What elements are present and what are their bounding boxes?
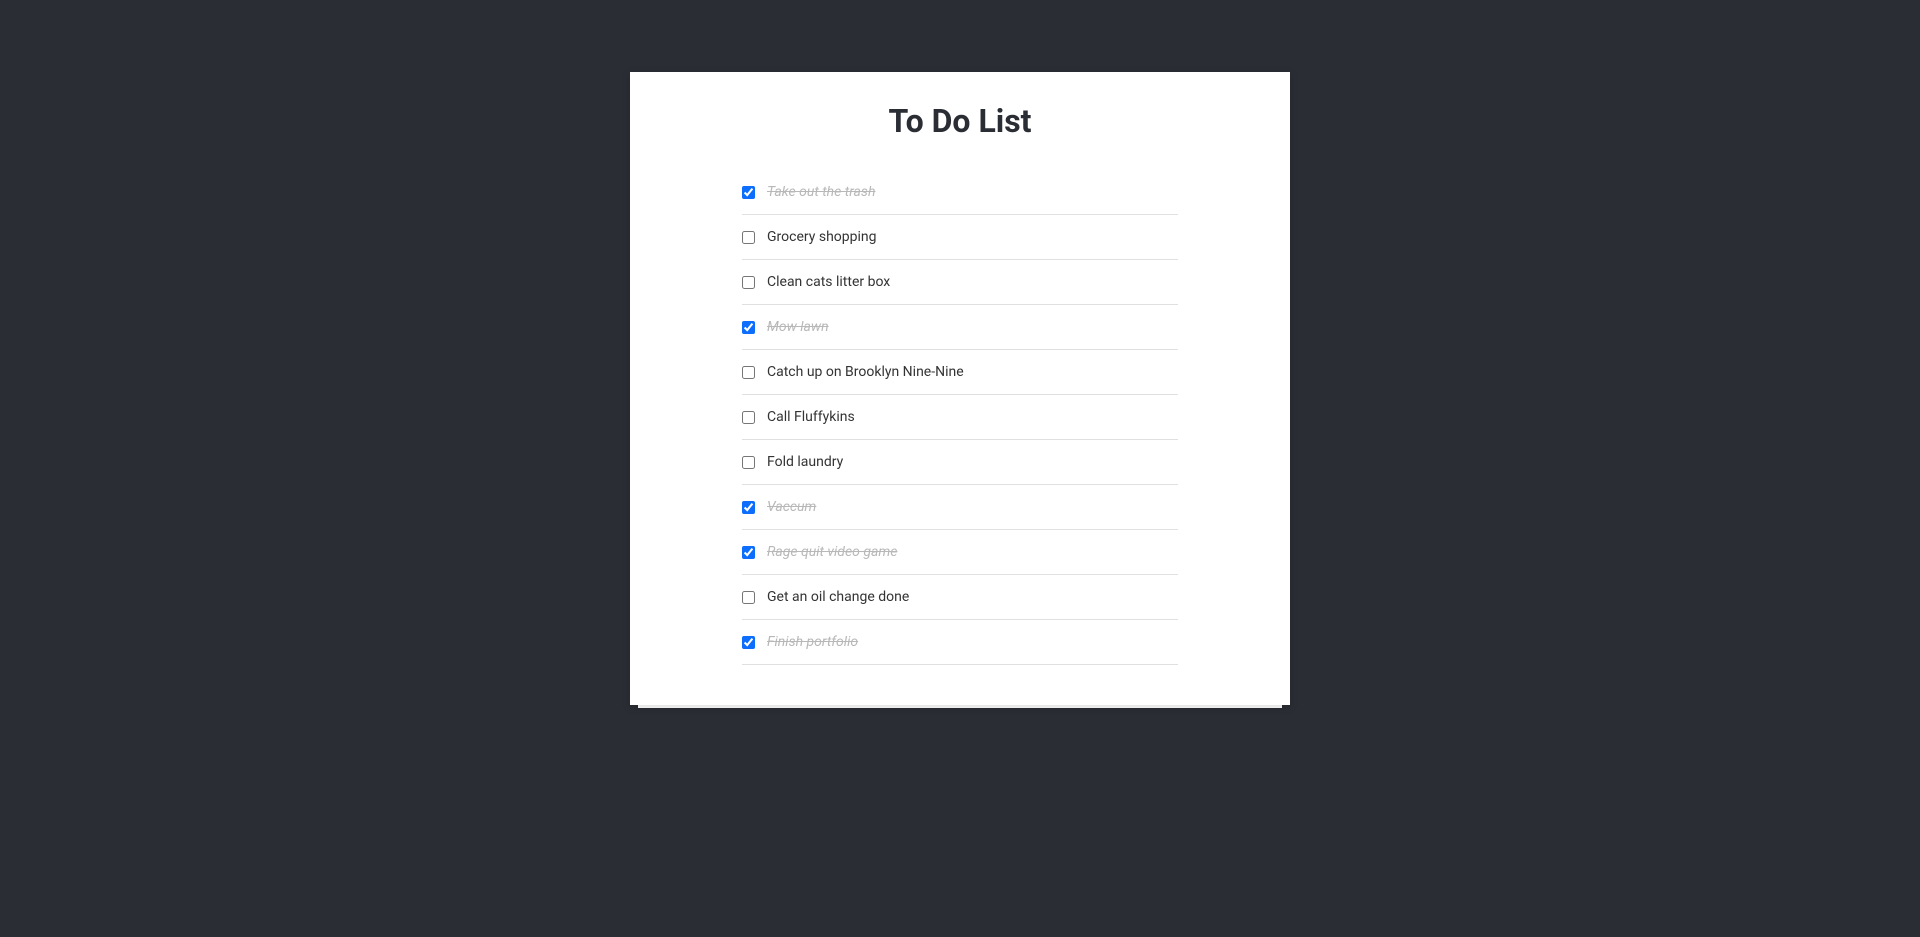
todo-label[interactable]: Rage quit video game — [767, 544, 897, 560]
todo-label[interactable]: Finish portfolio — [767, 634, 858, 650]
todo-label[interactable]: Catch up on Brooklyn Nine-Nine — [767, 364, 964, 380]
todo-item: Get an oil change done — [742, 575, 1178, 620]
todo-item: Fold laundry — [742, 440, 1178, 485]
todo-item: Take out the trash — [742, 170, 1178, 215]
todo-item: Rage quit video game — [742, 530, 1178, 575]
todo-label[interactable]: Take out the trash — [767, 184, 875, 200]
todo-checkbox[interactable] — [742, 636, 755, 649]
todo-item: Finish portfolio — [742, 620, 1178, 665]
todo-checkbox[interactable] — [742, 501, 755, 514]
todo-checkbox[interactable] — [742, 321, 755, 334]
todo-item: Mow lawn — [742, 305, 1178, 350]
todo-checkbox[interactable] — [742, 591, 755, 604]
todo-item: Call Fluffykins — [742, 395, 1178, 440]
todo-checkbox[interactable] — [742, 456, 755, 469]
todo-label[interactable]: Mow lawn — [767, 319, 829, 335]
todo-checkbox[interactable] — [742, 546, 755, 559]
todo-label[interactable]: Clean cats litter box — [767, 274, 890, 290]
todo-checkbox[interactable] — [742, 231, 755, 244]
todo-item: Clean cats litter box — [742, 260, 1178, 305]
todo-checkbox[interactable] — [742, 276, 755, 289]
todo-label[interactable]: Grocery shopping — [767, 229, 876, 245]
todo-label[interactable]: Vaccum — [767, 499, 816, 515]
card-stack: To Do List Take out the trash Grocery sho… — [630, 72, 1290, 705]
todo-checkbox[interactable] — [742, 366, 755, 379]
todo-label[interactable]: Fold laundry — [767, 454, 843, 470]
todo-list: Take out the trash Grocery shopping Clean … — [686, 170, 1234, 665]
todo-item: Vaccum — [742, 485, 1178, 530]
todo-label[interactable]: Get an oil change done — [767, 589, 909, 605]
todo-item: Catch up on Brooklyn Nine-Nine — [742, 350, 1178, 395]
todo-checkbox[interactable] — [742, 186, 755, 199]
todo-item: Grocery shopping — [742, 215, 1178, 260]
todo-checkbox[interactable] — [742, 411, 755, 424]
page-title: To Do List — [686, 102, 1234, 140]
todo-label[interactable]: Call Fluffykins — [767, 409, 855, 425]
todo-card: To Do List Take out the trash Grocery sho… — [630, 72, 1290, 705]
